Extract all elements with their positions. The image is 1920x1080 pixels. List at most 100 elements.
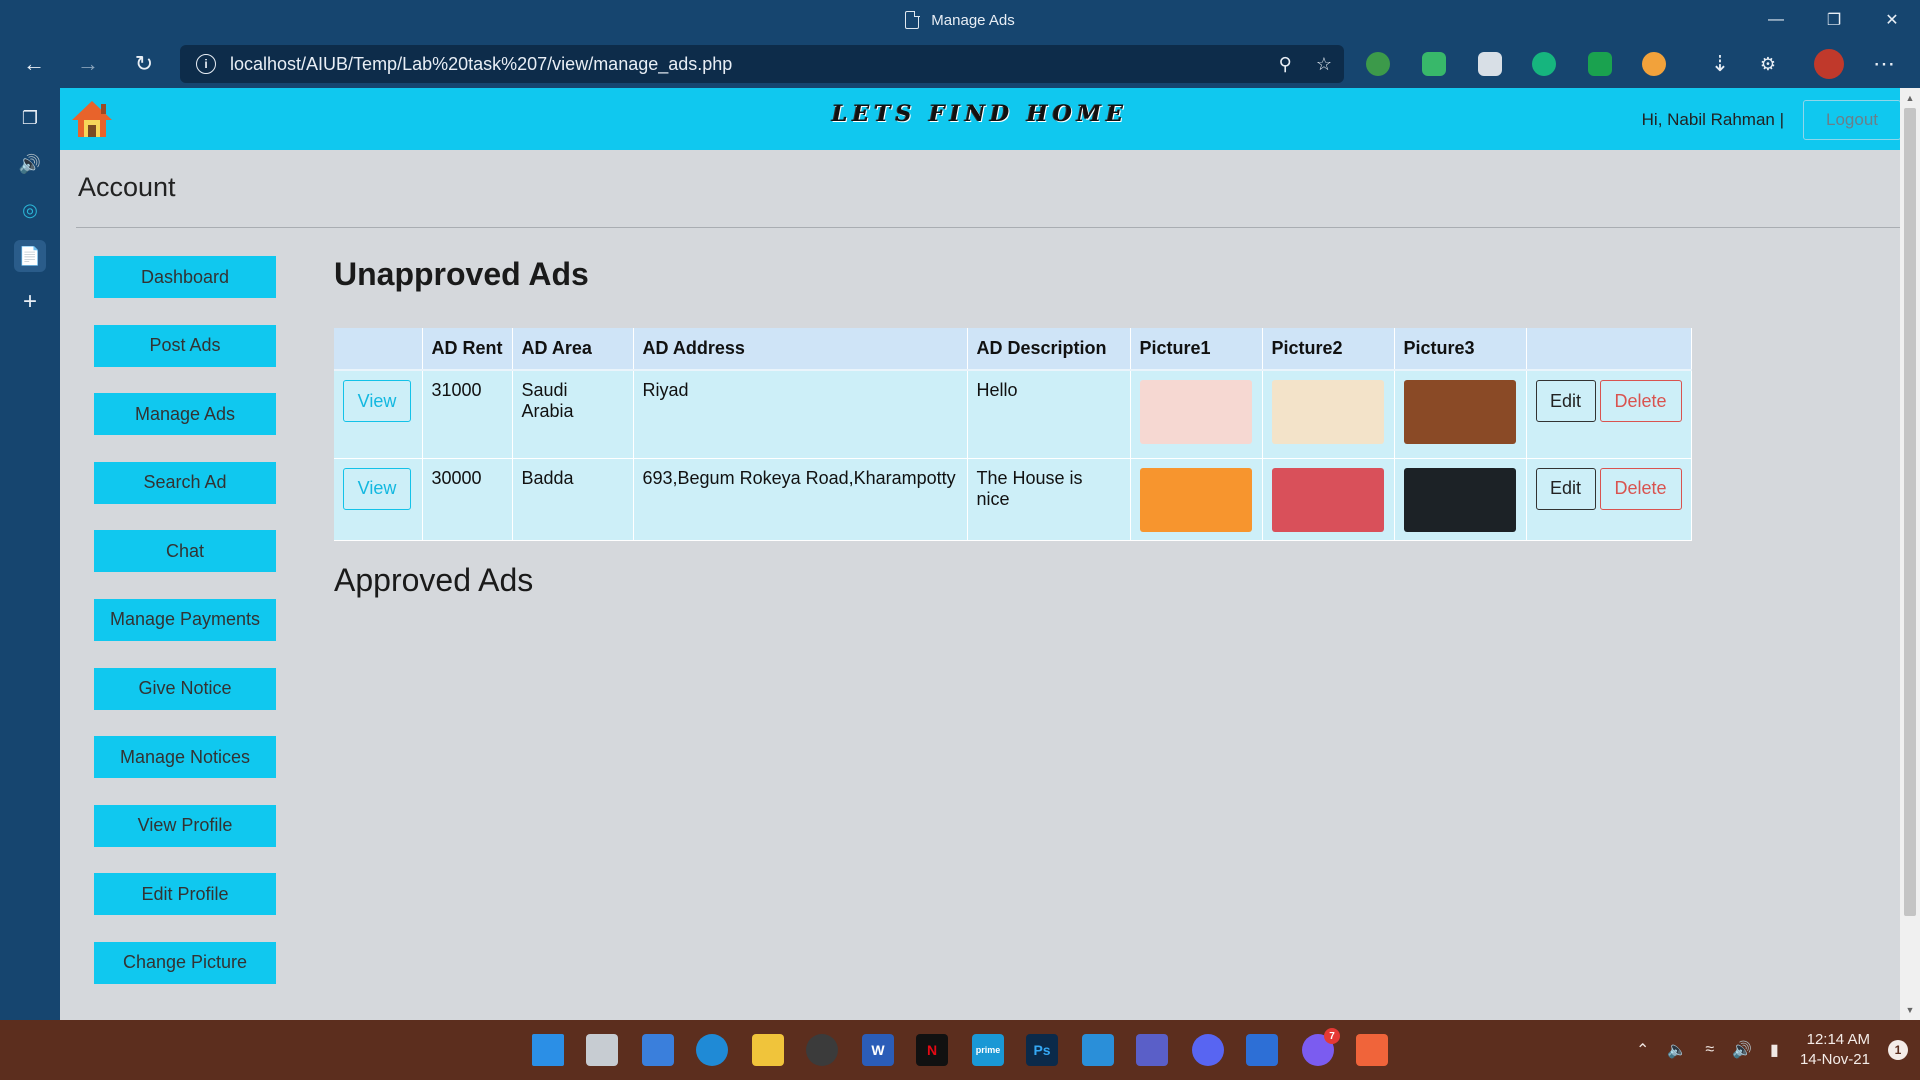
- view-cell: View: [334, 458, 423, 541]
- nav-manage-notices-button[interactable]: Manage Notices: [94, 736, 276, 779]
- speaker-icon[interactable]: 🔊: [14, 148, 46, 180]
- widgets-icon[interactable]: [642, 1034, 674, 1066]
- site-brand[interactable]: Lets Find Home: [60, 101, 1900, 127]
- clock[interactable]: 12:14 AM 14-Nov-21: [1800, 1030, 1870, 1070]
- audio-device-icon[interactable]: 🔈: [1667, 1040, 1687, 1060]
- edit-button[interactable]: Edit: [1535, 380, 1596, 422]
- rent-cell: 30000: [422, 458, 513, 541]
- scroll-down-icon[interactable]: ▼: [1900, 1002, 1920, 1018]
- nav-manage-payments-button[interactable]: Manage Payments: [94, 598, 276, 641]
- nav-give-notice-button[interactable]: Give Notice: [94, 667, 276, 710]
- edge-icon[interactable]: ◎: [14, 194, 46, 226]
- back-icon[interactable]: ←: [16, 46, 52, 82]
- approved-ads-heading: Approved Ads: [334, 562, 534, 598]
- view-cell: View: [334, 370, 423, 459]
- download-icon[interactable]: ⇣: [1702, 46, 1738, 82]
- edit-button[interactable]: Edit: [1535, 467, 1596, 510]
- volume-icon[interactable]: 🔊: [1732, 1040, 1752, 1060]
- description-cell: Hello: [967, 370, 1131, 459]
- nav-post-ads-button[interactable]: Post Ads: [94, 324, 276, 367]
- url-text[interactable]: localhost/AIUB/Temp/Lab%20task%207/view/…: [230, 54, 732, 75]
- profile-avatar[interactable]: [1814, 49, 1844, 79]
- refresh-icon[interactable]: ↻: [126, 46, 162, 82]
- area-cell: Saudi Arabia: [512, 370, 634, 459]
- file-explorer-icon[interactable]: [752, 1034, 784, 1066]
- task-view-icon[interactable]: [586, 1034, 618, 1066]
- shield-extension-icon[interactable]: [1422, 52, 1446, 76]
- zoom-icon[interactable]: ⚲: [1279, 54, 1292, 75]
- battery-icon[interactable]: ▮: [1770, 1040, 1779, 1060]
- document-tab-icon[interactable]: 📄: [14, 240, 46, 272]
- wifi-icon[interactable]: ≈: [1705, 1041, 1714, 1059]
- nav-change-picture-button[interactable]: Change Picture: [94, 941, 276, 984]
- view-button[interactable]: View: [343, 380, 411, 422]
- nav-manage-ads-button[interactable]: Manage Ads: [94, 393, 276, 436]
- clock-date: 14-Nov-21: [1799, 1051, 1870, 1068]
- nav-chat-button[interactable]: Chat: [94, 530, 276, 573]
- delete-button[interactable]: Delete: [1599, 467, 1682, 510]
- nav-search-ad-button[interactable]: Search Ad: [94, 461, 276, 504]
- column-header: [334, 328, 423, 371]
- prime-video-icon[interactable]: prime: [972, 1034, 1004, 1066]
- description-cell: The House is nice: [967, 458, 1131, 541]
- column-header: Picture2: [1262, 328, 1395, 371]
- logout-button[interactable]: Logout: [1803, 100, 1900, 140]
- ad-picture-3[interactable]: [1403, 467, 1516, 532]
- vscode-icon[interactable]: [1082, 1034, 1114, 1066]
- scrollbar-thumb[interactable]: [1904, 108, 1916, 916]
- close-window-button[interactable]: ✕: [1864, 0, 1920, 40]
- favorite-icon[interactable]: ☆: [1316, 54, 1332, 75]
- notification-badge[interactable]: 1: [1888, 1040, 1908, 1060]
- address-bar[interactable]: i localhost/AIUB/Temp/Lab%20task%207/vie…: [180, 45, 1344, 83]
- forward-icon[interactable]: →: [70, 46, 106, 82]
- scroll-up-icon[interactable]: ▲: [1900, 90, 1920, 106]
- messenger-icon[interactable]: 7: [1302, 1028, 1340, 1066]
- page-scrollbar[interactable]: ▲ ▼: [1900, 88, 1920, 1020]
- nav-view-profile-button[interactable]: View Profile: [94, 804, 276, 847]
- teams-icon[interactable]: [1136, 1034, 1168, 1066]
- restore-button[interactable]: ❐: [1806, 0, 1862, 40]
- nav-dashboard-button[interactable]: Dashboard: [94, 256, 276, 298]
- new-tab-icon[interactable]: +: [14, 286, 46, 318]
- photoshop-icon[interactable]: Ps: [1026, 1034, 1058, 1066]
- page-viewport: Lets Find Home Hi, Nabil Rahman | Logout…: [60, 88, 1900, 1020]
- nav-edit-profile-button[interactable]: Edit Profile: [94, 873, 276, 916]
- table-row: View 30000 Badda 693,Begum Rokeya Road,K…: [334, 458, 1692, 541]
- netflix-icon[interactable]: N: [916, 1034, 948, 1066]
- grammarly-icon[interactable]: [1532, 52, 1556, 76]
- ad-picture-1[interactable]: [1139, 467, 1252, 532]
- ad-picture-3[interactable]: [1403, 380, 1516, 444]
- ad-picture-2[interactable]: [1271, 467, 1384, 532]
- edge-taskbar-icon[interactable]: [696, 1034, 728, 1066]
- info-icon[interactable]: i: [196, 54, 216, 74]
- chevron-up-icon[interactable]: ⌃: [1636, 1040, 1649, 1060]
- brave-shield-icon[interactable]: [1478, 52, 1502, 76]
- column-header: AD Area: [512, 328, 634, 371]
- delete-button[interactable]: Delete: [1599, 380, 1682, 422]
- table-header-row: AD Rent AD Area AD Address AD Descriptio…: [334, 328, 1692, 371]
- side-nav: Dashboard Post Ads Manage Ads Search Ad …: [94, 256, 276, 1011]
- view-button[interactable]: View: [343, 467, 411, 510]
- tab-actions-icon[interactable]: ❐: [14, 102, 46, 134]
- ad-picture-2[interactable]: [1271, 380, 1384, 444]
- minimize-button[interactable]: —: [1748, 0, 1804, 40]
- extension-globe-icon[interactable]: [1366, 52, 1390, 76]
- mail-icon[interactable]: [1246, 1034, 1278, 1066]
- obs-icon[interactable]: [806, 1034, 838, 1066]
- xampp-icon[interactable]: [1356, 1034, 1388, 1066]
- rent-cell: 31000: [422, 370, 513, 459]
- start-icon[interactable]: [532, 1034, 564, 1066]
- browser-toolbar: ← → ↻ i localhost/AIUB/Temp/Lab%20task%2…: [0, 40, 1920, 88]
- extensions-icon[interactable]: ⚙: [1750, 46, 1786, 82]
- more-icon[interactable]: ⋯: [1866, 46, 1902, 82]
- security-extension-icon[interactable]: [1588, 52, 1612, 76]
- column-header: [1526, 328, 1692, 371]
- word-icon[interactable]: W: [862, 1034, 894, 1066]
- unapproved-ads-table: AD Rent AD Area AD Address AD Descriptio…: [334, 328, 1692, 541]
- actions-cell: Edit Delete: [1526, 458, 1692, 541]
- discord-icon[interactable]: [1192, 1034, 1224, 1066]
- column-header: AD Rent: [422, 328, 513, 371]
- picture1-cell: [1130, 458, 1263, 541]
- ad-picture-1[interactable]: [1139, 380, 1252, 444]
- apps-extension-icon[interactable]: [1642, 52, 1666, 76]
